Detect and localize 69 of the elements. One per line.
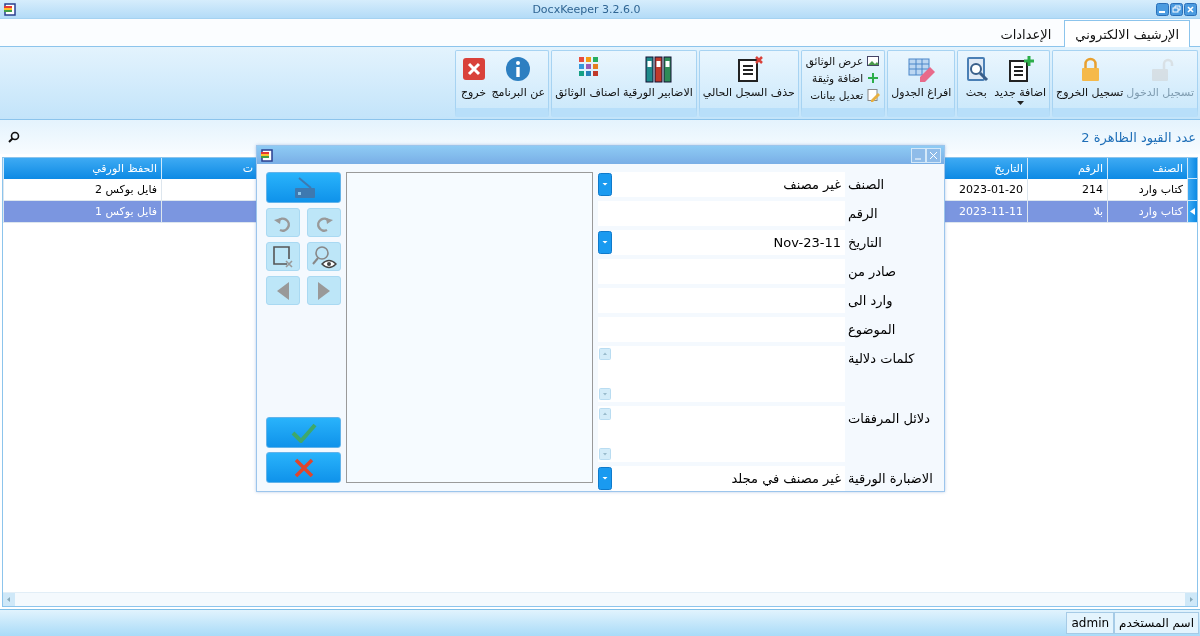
dropdown-field[interactable]: Nov-23-11 bbox=[612, 230, 845, 255]
caret-icon bbox=[1016, 101, 1024, 105]
tab[interactable]: الإعدادات bbox=[989, 21, 1063, 47]
ribbon-button[interactable]: خروج bbox=[457, 53, 490, 100]
scroll-up-button[interactable] bbox=[599, 348, 611, 360]
scroll-up-button[interactable] bbox=[599, 408, 611, 420]
restore-button[interactable] bbox=[1170, 2, 1183, 16]
row-header[interactable] bbox=[1187, 201, 1197, 223]
minimize-button[interactable] bbox=[1156, 2, 1169, 16]
user-name: admin bbox=[1066, 612, 1115, 634]
field-label: كلمات دلالية bbox=[847, 350, 916, 368]
tab[interactable]: الإرشيف الالكتروني bbox=[1064, 20, 1190, 47]
scroll-down-button[interactable] bbox=[599, 388, 611, 400]
table-cell: كتاب وارد bbox=[1107, 201, 1187, 223]
scroll-right-button[interactable] bbox=[1185, 593, 1197, 606]
status-label: اسم المستخدم bbox=[1114, 612, 1199, 634]
scroll-down-button[interactable] bbox=[599, 448, 611, 460]
app-icon bbox=[260, 148, 274, 162]
ribbon-button[interactable]: اضافة جديد bbox=[993, 53, 1048, 106]
dropdown-button[interactable] bbox=[598, 173, 612, 196]
field-label: الموضوع bbox=[847, 321, 897, 340]
window-title: DocxKeeper 3.2.6.0 bbox=[531, 2, 642, 16]
picture-icon bbox=[866, 54, 881, 68]
close-button[interactable] bbox=[1184, 2, 1197, 16]
cancel-button[interactable] bbox=[266, 452, 341, 483]
horizontal-scrollbar[interactable] bbox=[3, 592, 1197, 606]
confirm-button[interactable] bbox=[266, 417, 341, 448]
table-cell: بلا bbox=[1027, 201, 1107, 223]
ribbon-button[interactable]: بحث bbox=[960, 53, 993, 100]
ribbon-button[interactable]: تعديل بيانات bbox=[803, 87, 883, 103]
memo-field[interactable] bbox=[598, 346, 845, 402]
close-icon bbox=[293, 457, 314, 478]
current-row-icon bbox=[1190, 208, 1195, 215]
binders-icon bbox=[642, 54, 673, 84]
crop-cancel-icon bbox=[272, 244, 294, 269]
records-count: عدد القيود الظاهرة 2 bbox=[1081, 129, 1196, 145]
table-cell: فايل بوكس 1 bbox=[3, 201, 161, 223]
ribbon-button[interactable]: عن البرنامج bbox=[490, 53, 547, 100]
dropdown-field[interactable]: غير مصنف في مجلد bbox=[612, 466, 845, 491]
field-label: الرقم bbox=[847, 205, 879, 224]
table-cell: 2023-11-11 bbox=[944, 201, 1027, 223]
ribbon-button[interactable]: اصناف الوثائق bbox=[554, 53, 621, 100]
search-icon[interactable] bbox=[8, 131, 20, 143]
dropdown-button[interactable] bbox=[598, 467, 612, 490]
plus-icon bbox=[866, 71, 881, 85]
field-label: الصنف bbox=[847, 176, 886, 194]
field-label: الاضبارة الورقية bbox=[847, 470, 934, 489]
memo-field[interactable] bbox=[598, 406, 845, 462]
left-triangle-icon bbox=[276, 280, 290, 301]
field-label: دلائل المرفقات bbox=[847, 410, 932, 428]
ribbon-button[interactable]: الاضابير الورقية bbox=[621, 53, 694, 100]
row-header bbox=[1187, 158, 1197, 179]
ribbon-button[interactable]: حذف السجل الحالي bbox=[701, 53, 796, 100]
ribbon-button[interactable]: اضافة وثيقة bbox=[803, 70, 883, 86]
right-triangle-icon bbox=[317, 280, 331, 301]
app-icon bbox=[3, 2, 17, 16]
ribbon-button[interactable]: تسجيل الخروج bbox=[1055, 53, 1125, 100]
check-icon bbox=[290, 422, 317, 443]
scroll-left-button[interactable] bbox=[3, 593, 15, 606]
dropdown-field[interactable]: غير مصنف bbox=[612, 172, 845, 197]
ribbon-button[interactable]: عرض الوثائق bbox=[803, 53, 883, 69]
field-label: صادر من bbox=[847, 263, 898, 282]
ribbon-button[interactable]: افراغ الجدول bbox=[890, 53, 953, 100]
dropdown-button[interactable] bbox=[598, 231, 612, 254]
row-header[interactable] bbox=[1187, 179, 1197, 201]
pencil-icon bbox=[866, 88, 881, 102]
field-label: التاريخ bbox=[847, 234, 883, 252]
field-label: وارد الى bbox=[847, 292, 894, 311]
zoom-eye-icon bbox=[311, 244, 337, 269]
